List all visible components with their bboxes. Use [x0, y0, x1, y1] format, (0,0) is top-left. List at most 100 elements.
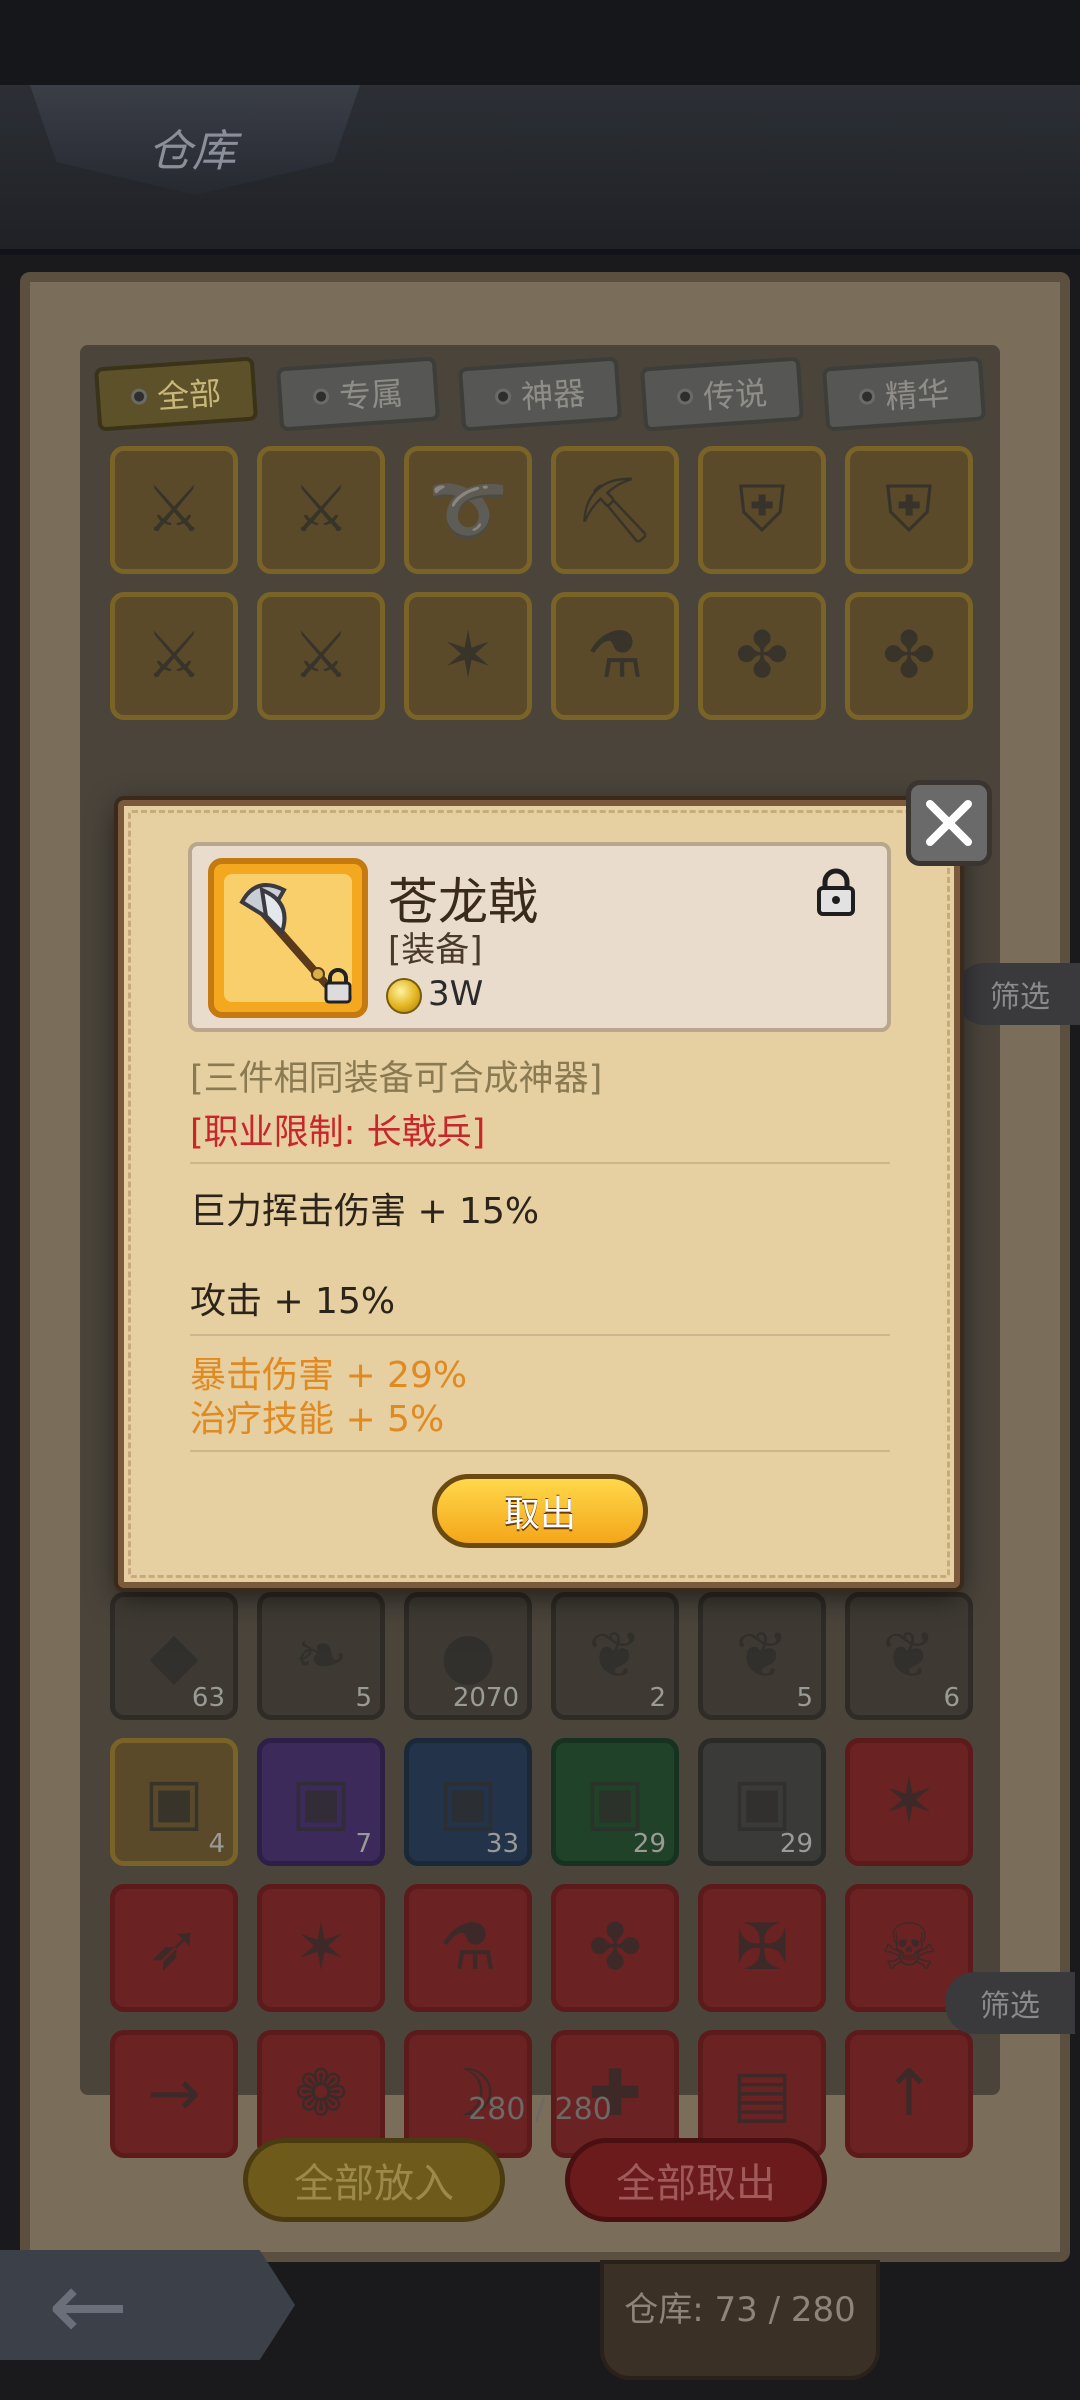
tab-label: 专属 [337, 373, 405, 417]
warehouse-filter-button[interactable]: 筛选 [955, 963, 1080, 1025]
close-button[interactable] [906, 780, 992, 866]
warehouse-item-slot[interactable]: ➰ [404, 446, 532, 574]
inventory-capacity: 280 / 280 [468, 2092, 612, 2127]
inventory-item-slot[interactable]: ◆ 63 [110, 1592, 238, 1720]
coin-icon [386, 978, 422, 1014]
item-count: 7 [355, 1829, 372, 1859]
inventory-item-slot[interactable]: ▣ 29 [698, 1738, 826, 1866]
warehouse-item-slot[interactable]: ⚔ [257, 592, 385, 720]
inventory-item-slot[interactable]: ✶ [257, 1884, 385, 2012]
status-bar [0, 0, 1080, 85]
warehouse-item-slot[interactable]: ✤ [698, 592, 826, 720]
tab-dot-icon [676, 388, 694, 406]
item-count: 6 [943, 1683, 960, 1713]
warehouse-item-slot[interactable]: ⚔ [257, 446, 385, 574]
item-description: [三件相同装备可合成神器] [190, 1059, 603, 1099]
tab-artifact[interactable]: 神器 [457, 356, 623, 432]
inventory-item-slot[interactable]: ✶ [845, 1738, 973, 1866]
put-all-button[interactable]: 全部放入 [243, 2138, 505, 2222]
tab-dot-icon [494, 388, 512, 406]
inventory-item-slot[interactable]: ▣ 29 [551, 1738, 679, 1866]
staff-icon: ✤ [735, 619, 789, 693]
inventory-item-slot[interactable]: ❦ 5 [698, 1592, 826, 1720]
inventory-item-slot[interactable]: ❧ 5 [257, 1592, 385, 1720]
divider [190, 1450, 890, 1452]
item-type: [装备] [388, 930, 483, 970]
warehouse-item-slot[interactable]: ✶ [404, 592, 532, 720]
warehouse-item-slot[interactable]: ⚗ [551, 592, 679, 720]
tab-dot-icon [130, 388, 148, 406]
tab-label: 精华 [883, 373, 951, 417]
tab-all[interactable]: 全部 [93, 356, 259, 432]
back-button[interactable] [0, 2250, 295, 2360]
crossed-swords-icon: ⚔ [145, 619, 203, 693]
inventory-item-slot[interactable]: ▣ 33 [404, 1738, 532, 1866]
potion-icon: ⚗ [439, 1911, 497, 1985]
item-count: 33 [485, 1829, 519, 1859]
potion-icon: ⚗ [586, 619, 644, 693]
small-lock-icon [324, 968, 352, 1004]
warehouse-item-slot[interactable]: ⚔ [110, 592, 238, 720]
inventory-item-slot[interactable]: ✠ [698, 1884, 826, 2012]
item-count: 29 [779, 1829, 813, 1859]
close-icon [926, 800, 972, 846]
inventory-item-slot[interactable]: ❦ 2 [551, 1592, 679, 1720]
take-all-button[interactable]: 全部取出 [565, 2138, 827, 2222]
tab-label: 全部 [155, 373, 223, 417]
class-limit: [职业限制: 长戟兵] [190, 1113, 486, 1153]
stat-line: 巨力挥击伤害 + 15% [190, 1191, 540, 1232]
item-icon-frame [208, 858, 368, 1018]
item-count: 2070 [452, 1683, 519, 1713]
inventory-filter-button[interactable]: 筛选 [945, 1972, 1075, 2034]
item-count: 5 [796, 1683, 813, 1713]
inventory-item-slot[interactable]: ❦ 6 [845, 1592, 973, 1720]
sword-icon: ⚔ [145, 473, 203, 547]
warehouse-item-slot[interactable]: ⛨ [698, 446, 826, 574]
shield-icon: ⛨ [885, 473, 933, 547]
tab-essence[interactable]: 精华 [821, 356, 987, 432]
warehouse-item-slot[interactable]: ⚔ [110, 446, 238, 574]
item-count: 4 [208, 1829, 225, 1859]
inventory-item-slot[interactable]: ▣ 7 [257, 1738, 385, 1866]
page-title: 仓库 [148, 126, 236, 177]
inventory-item-slot[interactable]: ▣ 4 [110, 1738, 238, 1866]
halberd-icon: ✠ [735, 1911, 789, 1985]
stat-line: 攻击 + 15% [190, 1281, 396, 1322]
divider [190, 1334, 890, 1336]
warehouse-item-slot[interactable]: ⛨ [845, 446, 973, 574]
sword-icon: ⚔ [292, 473, 350, 547]
crossed-swords-icon: ⚔ [292, 619, 350, 693]
warehouse-capacity: 仓库: 73 / 280 [624, 2290, 856, 2330]
staff-icon: ✤ [882, 619, 936, 693]
inventory-item-slot[interactable]: ➶ [110, 1884, 238, 2012]
item-price: 3W [428, 974, 484, 1014]
shield-icon: ⛨ [738, 473, 786, 547]
whip-icon: ➰ [428, 473, 508, 548]
item-count: 5 [355, 1683, 372, 1713]
pickaxe-icon: ⛏ [574, 473, 656, 548]
inventory-item-slot[interactable]: ● 2070 [404, 1592, 532, 1720]
item-count: 63 [191, 1683, 225, 1713]
staff-icon: ✤ [588, 1911, 642, 1985]
bow-icon: ➶ [147, 1911, 201, 1985]
tab-label: 神器 [519, 373, 587, 417]
inventory-item-slot[interactable]: ⚗ [404, 1884, 532, 2012]
tab-dot-icon [858, 388, 876, 406]
inventory-item-slot[interactable]: ✤ [551, 1884, 679, 2012]
bonus-stat-line: 治疗技能 + 5% [190, 1399, 445, 1440]
tab-label: 传说 [701, 373, 769, 417]
warehouse-item-slot[interactable]: ✤ [845, 592, 973, 720]
take-out-button[interactable]: 取出 [432, 1474, 648, 1548]
tab-exclusive[interactable]: 专属 [275, 356, 441, 432]
crossbow-icon: ✶ [882, 1765, 936, 1839]
tab-legend[interactable]: 传说 [639, 356, 805, 432]
warehouse-item-slot[interactable]: ⛏ [551, 446, 679, 574]
item-count: 2 [649, 1683, 666, 1713]
lock-icon[interactable] [814, 868, 858, 916]
item-count: 29 [632, 1829, 666, 1859]
crossbow-icon: ✶ [294, 1911, 348, 1985]
tab-dot-icon [312, 388, 330, 406]
divider [190, 1162, 890, 1164]
crossbow-icon: ✶ [441, 619, 495, 693]
back-arrow-icon: ← [48, 2250, 129, 2362]
